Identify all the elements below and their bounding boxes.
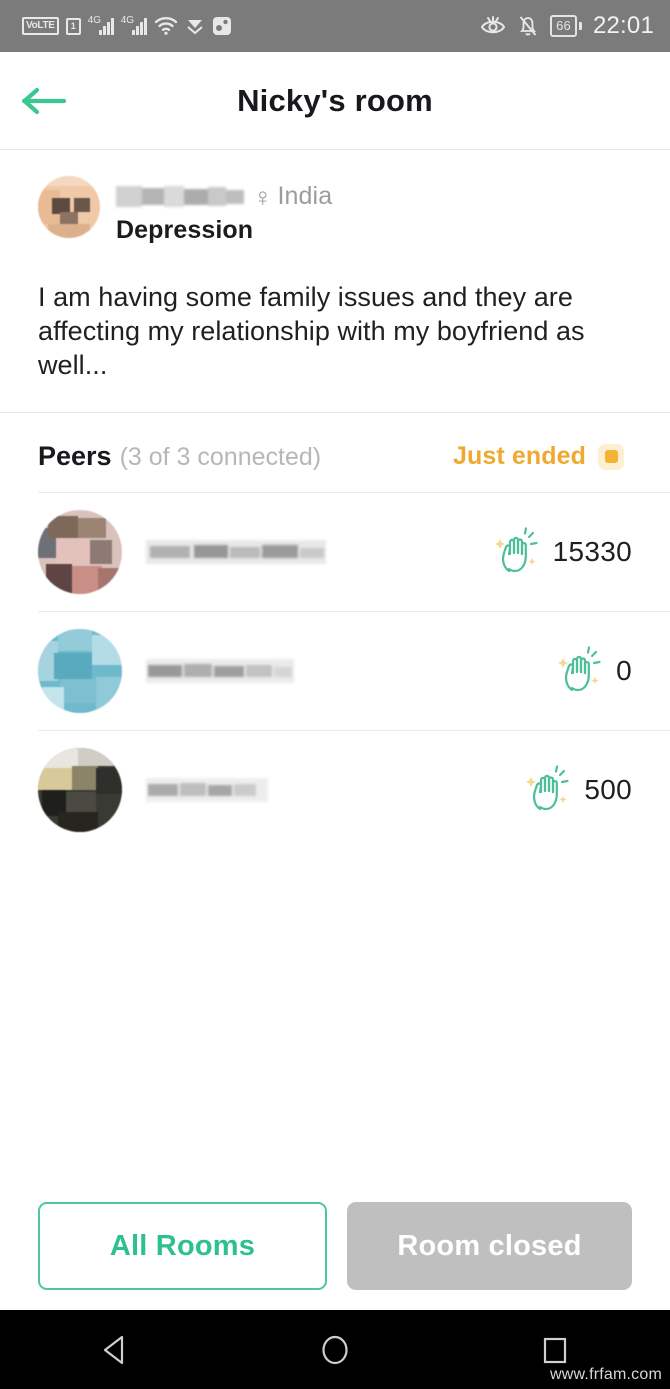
status-bar: VoLTE 1 4G 4G 66 22:01 [0, 0, 670, 52]
status-bar-clock: 22:01 [592, 12, 654, 39]
footer-actions: All Rooms Room closed [0, 1202, 670, 1290]
clap-hand-icon [522, 763, 576, 817]
battery-icon: 66 [550, 15, 582, 37]
author-country: India [277, 182, 333, 210]
wifi-icon [154, 16, 178, 36]
status-bar-left-icons: VoLTE 1 4G 4G [22, 14, 232, 36]
room-closed-button: Room closed [347, 1202, 632, 1290]
clap-hand-icon [554, 644, 608, 698]
post-body-text: I am having some family issues and they … [38, 282, 585, 381]
peer-claps: 500 [522, 763, 632, 817]
status-bar-right-icons: 66 22:01 [480, 12, 654, 40]
nav-home-button[interactable] [305, 1320, 365, 1380]
post-author-meta: ♀ India Depression [116, 176, 630, 245]
peer-name-hidden [146, 777, 268, 802]
page-title: Nicky's room [237, 82, 433, 118]
peers-title: Peers [38, 441, 112, 472]
post-topic-tag: Depression [116, 216, 254, 244]
all-rooms-button[interactable]: All Rooms [38, 1202, 327, 1290]
bell-muted-icon [517, 14, 539, 38]
room-status: Just ended [453, 442, 634, 471]
app-play-icon [185, 16, 205, 36]
battery-level-label: 66 [550, 15, 577, 37]
network-type-label-2: 4G [120, 14, 135, 26]
stop-square-icon [598, 443, 624, 470]
nav-home-circle-icon [318, 1332, 352, 1368]
app-header: Nicky's room [0, 52, 670, 150]
peers-connected-count: (3 of 3 connected) [119, 443, 322, 472]
peer-row[interactable]: 15330 [0, 492, 670, 611]
arrow-left-icon [20, 85, 68, 117]
peer-name-hidden [146, 658, 294, 683]
peer-row[interactable]: 500 [0, 730, 670, 849]
author-name-hidden [116, 186, 244, 207]
peer-avatar [38, 509, 122, 594]
app-dice-icon [212, 16, 232, 36]
post-author-row: ♀ India Depression [38, 176, 630, 254]
signal-bars-icon: 4G [87, 14, 114, 35]
author-avatar [38, 176, 100, 238]
clap-hand-icon [491, 525, 545, 579]
post-card: ♀ India Depression I am having some fami… [0, 150, 670, 414]
eye-comfort-icon [480, 15, 506, 37]
peer-clap-count: 500 [584, 773, 632, 805]
peer-clap-count: 0 [616, 654, 632, 686]
watermark: www.frfam.com [550, 1366, 662, 1383]
peer-avatar [38, 628, 122, 713]
nav-recents-square-icon [540, 1334, 570, 1366]
peer-claps: 15330 [491, 525, 632, 579]
peers-title-wrap: Peers (3 of 3 connected) [38, 441, 321, 472]
peer-clap-count: 15330 [552, 535, 632, 567]
android-nav-bar: www.frfam.com [0, 1310, 670, 1389]
peer-row[interactable]: 0 [0, 611, 670, 730]
room-status-label: Just ended [453, 442, 586, 471]
peer-claps: 0 [554, 644, 632, 698]
back-button[interactable] [14, 75, 74, 127]
volte-badge: VoLTE [22, 17, 59, 35]
peers-section-header: Peers (3 of 3 connected) Just ended [0, 413, 670, 492]
author-name-row: ♀ India [116, 182, 630, 211]
peer-name-hidden [146, 539, 326, 564]
peer-avatar [38, 747, 122, 832]
nav-back-triangle-icon [99, 1333, 131, 1367]
nav-back-button[interactable] [85, 1320, 145, 1380]
app-screen: VoLTE 1 4G 4G 66 22:01 Nicky's room ♀ In… [0, 0, 670, 1389]
gender-female-icon: ♀ [253, 181, 273, 212]
network-type-label-1: 4G [87, 14, 102, 26]
sim-1-badge: 1 [65, 17, 81, 35]
signal-bars-icon: 4G [120, 14, 147, 35]
